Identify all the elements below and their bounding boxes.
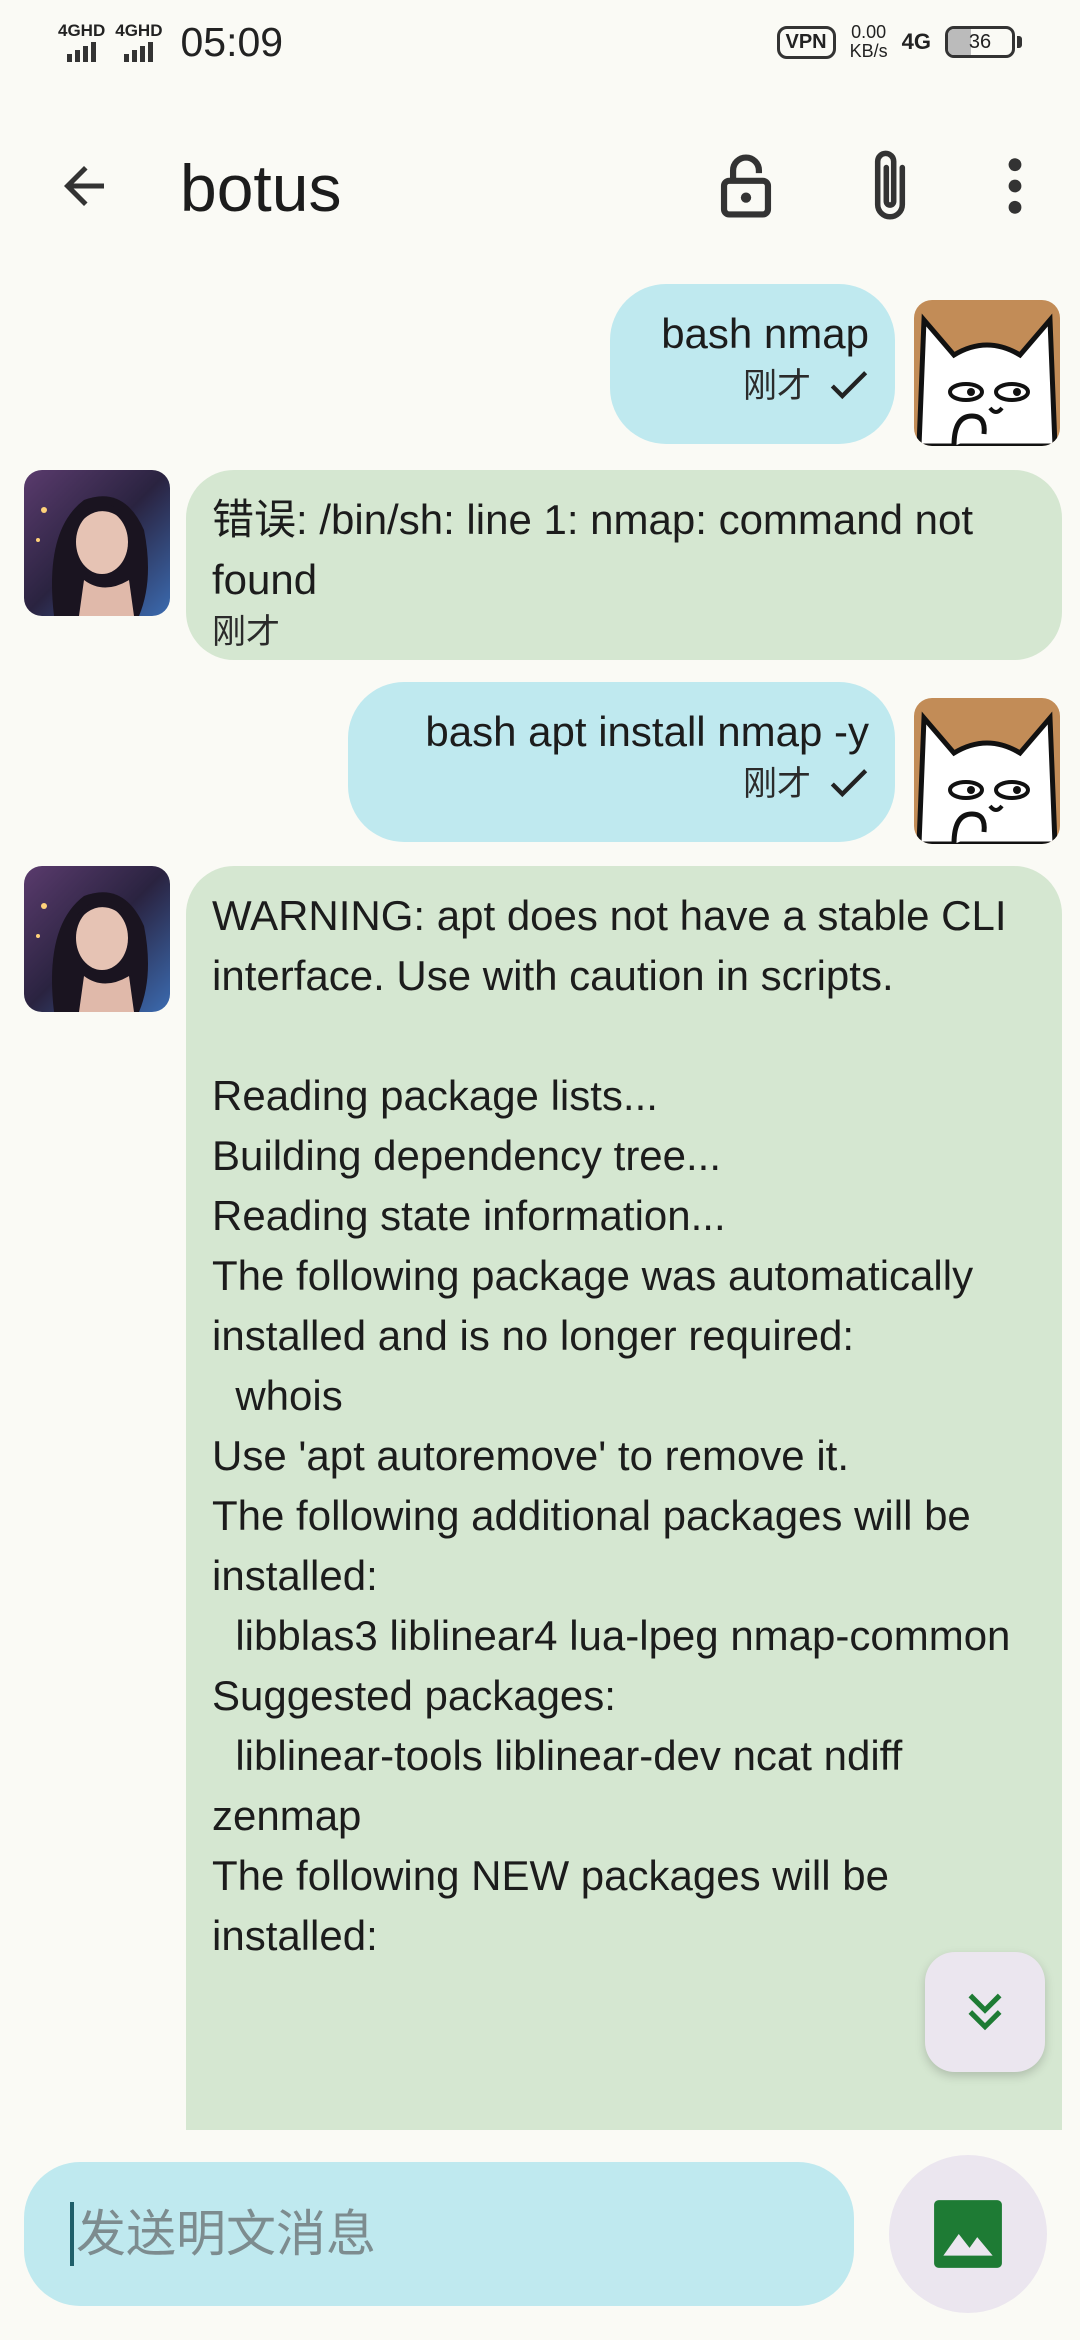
back-button[interactable] bbox=[44, 146, 124, 226]
message-time: 刚才 bbox=[743, 367, 811, 405]
message-time: 刚才 bbox=[743, 765, 811, 803]
outgoing-message[interactable]: bash nmap 刚才 bbox=[610, 284, 895, 444]
user-avatar[interactable] bbox=[914, 300, 1060, 446]
image-icon bbox=[934, 2200, 1002, 2268]
network-speed: 0.00 KB/s bbox=[850, 23, 888, 61]
message-time: 刚才 bbox=[212, 613, 280, 651]
status-right: VPN 0.00 KB/s 4G 36 bbox=[776, 23, 1022, 61]
incoming-message[interactable]: WARNING: apt does not have a stable CLI … bbox=[186, 866, 1062, 2130]
message-meta: 刚才 bbox=[212, 610, 1036, 654]
scroll-to-bottom-button[interactable] bbox=[925, 1952, 1045, 2072]
more-options-button[interactable] bbox=[975, 146, 1055, 226]
vpn-badge: VPN bbox=[776, 25, 836, 59]
message-meta: 刚才 bbox=[636, 364, 869, 408]
chat-title: botus bbox=[180, 151, 342, 225]
speed-value: 0.00 bbox=[851, 22, 887, 42]
status-bar: 4GHD 4GHD 05:09 VPN 0.00 KB/s 4G 36 bbox=[0, 0, 1080, 84]
arrow-back-icon bbox=[64, 166, 104, 206]
message-text: 错误: /bin/sh: line 1: nmap: command not f… bbox=[212, 496, 985, 603]
clock: 05:09 bbox=[180, 18, 284, 65]
speed-unit: KB/s bbox=[849, 41, 888, 61]
check-icon bbox=[830, 769, 868, 798]
text-cursor bbox=[70, 2202, 74, 2266]
message-composer[interactable] bbox=[24, 2162, 854, 2306]
incoming-message[interactable]: 错误: /bin/sh: line 1: nmap: command not f… bbox=[186, 470, 1062, 660]
message-meta: 刚才 bbox=[374, 762, 869, 806]
network-label-1: 4GHD bbox=[58, 21, 106, 40]
network-type: 4G bbox=[901, 29, 931, 54]
check-icon bbox=[830, 371, 868, 400]
signal-bars-icon bbox=[124, 42, 154, 62]
cat-sticker-avatar bbox=[914, 300, 1060, 446]
bot-avatar[interactable] bbox=[24, 866, 170, 1012]
network-label-2: 4GHD bbox=[115, 21, 163, 40]
send-image-button[interactable] bbox=[889, 2155, 1047, 2313]
app-bar: botus bbox=[0, 116, 1080, 256]
message-input[interactable] bbox=[76, 2205, 816, 2263]
portrait-avatar bbox=[24, 866, 170, 1012]
portrait-avatar bbox=[24, 470, 170, 616]
signal-2: 4GHD bbox=[115, 22, 162, 62]
signal-1: 4GHD bbox=[58, 22, 105, 62]
message-text: bash apt install nmap -y bbox=[425, 708, 869, 755]
signal-bars-icon bbox=[67, 42, 97, 62]
outgoing-message[interactable]: bash apt install nmap -y 刚才 bbox=[348, 682, 895, 842]
user-avatar[interactable] bbox=[914, 698, 1060, 844]
message-list[interactable]: bash nmap 刚才 错误: /bin/sh: line 1: nmap: … bbox=[0, 280, 1080, 2130]
encryption-lock-button[interactable] bbox=[706, 146, 786, 226]
lock-open-icon bbox=[720, 154, 772, 218]
cat-sticker-avatar bbox=[914, 698, 1060, 844]
bot-avatar[interactable] bbox=[24, 470, 170, 616]
paperclip-icon bbox=[874, 150, 906, 220]
message-text: bash nmap bbox=[661, 310, 869, 357]
battery-level: 36 bbox=[968, 30, 992, 53]
message-text: WARNING: apt does not have a stable CLI … bbox=[212, 892, 1011, 1959]
battery-icon: 36 bbox=[945, 26, 1022, 58]
more-vertical-icon bbox=[1008, 158, 1022, 214]
double-chevron-down-icon bbox=[968, 1993, 1002, 2031]
attach-button[interactable] bbox=[850, 146, 930, 226]
